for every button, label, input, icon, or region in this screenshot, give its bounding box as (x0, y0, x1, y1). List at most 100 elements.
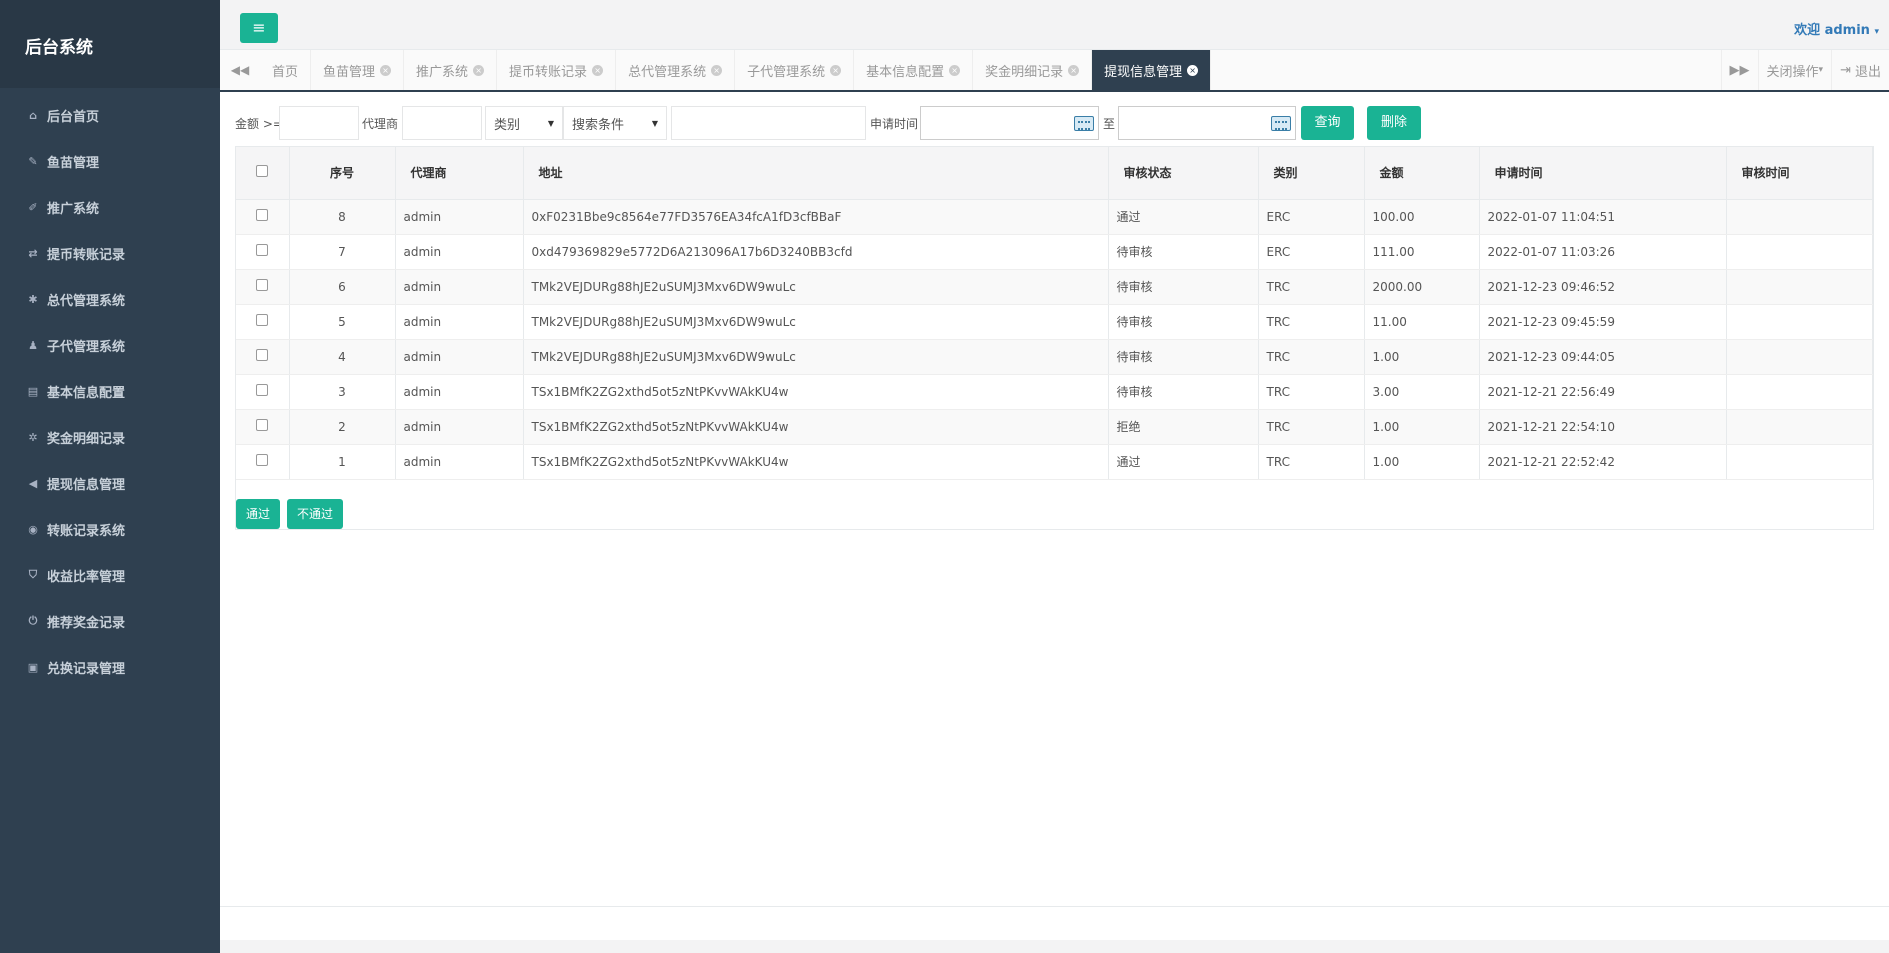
category-select[interactable]: 类别 ▼ (485, 106, 563, 140)
table-cell: 2021-12-23 09:45:59 (1479, 304, 1727, 340)
row-checkbox-cell[interactable] (236, 409, 290, 445)
search-condition-select[interactable]: 搜索条件 ▼ (563, 106, 667, 140)
table-row[interactable]: 2 admin TSx1BMfK2ZG2xthd5ot5zNtPKvvWAkKU4w… (236, 409, 1873, 445)
sidebar-item-label: 兑换记录管理 (47, 661, 126, 677)
sidebar-item-10[interactable]: ⛉ 收益比率管理 (0, 552, 220, 598)
sidebar-item-2[interactable]: ✐ 推广系统 (0, 184, 220, 230)
table-cell: 7 (289, 234, 396, 270)
start-date-input[interactable] (920, 106, 1099, 140)
sidebar-item-1[interactable]: ✎ 鱼苗管理 (0, 138, 220, 184)
tab-0[interactable]: 首页 (260, 50, 312, 90)
calendar-icon[interactable] (1271, 116, 1291, 131)
close-icon[interactable]: × (711, 64, 723, 76)
table-cell: TMk2VEJDURg88hJE2uSUMJ3Mxv6DW9wuLc (523, 269, 1109, 305)
sidebar-item-0[interactable]: ⌂ 后台首页 (0, 92, 220, 138)
tab-scroll-left-button[interactable]: ◀◀ (220, 50, 260, 90)
close-icon[interactable]: × (830, 64, 842, 76)
tab-label: 推广系统 (416, 64, 469, 80)
table-cell: TRC (1258, 269, 1365, 305)
tab-5[interactable]: 子代管理系统 × (735, 50, 855, 90)
sidebar-item-3[interactable]: ⇄ 提币转账记录 (0, 230, 220, 276)
category-select-value: 类别 (494, 117, 521, 133)
tab-7[interactable]: 奖金明细记录 × (973, 50, 1093, 90)
calendar-icon[interactable] (1074, 116, 1094, 131)
close-icon[interactable]: × (1187, 64, 1199, 76)
select-all-checkbox[interactable] (236, 147, 290, 200)
keyword-input[interactable] (671, 106, 866, 140)
close-icon[interactable]: × (949, 64, 961, 76)
row-checkbox-cell[interactable] (236, 444, 290, 480)
query-button[interactable]: 查询 (1301, 106, 1354, 140)
table-row[interactable]: 8 admin 0xF0231Bbe9c8564e77FD3576EA34fcA1f… (236, 199, 1873, 235)
tab-1[interactable]: 鱼苗管理 × (311, 50, 405, 90)
sidebar-item-11[interactable]: ⏻ 推荐奖金记录 (0, 598, 220, 644)
menu-toggle-button[interactable]: ≡ (240, 13, 278, 43)
end-date-input[interactable] (1118, 106, 1296, 140)
tab-4[interactable]: 总代管理系统 × (616, 50, 736, 90)
checkbox[interactable] (256, 165, 269, 178)
table-row[interactable]: 7 admin 0xd479369829e5772D6A213096A17b6D32… (236, 234, 1873, 270)
close-operations-dropdown[interactable]: 关闭操作 ▾ (1757, 50, 1832, 90)
sidebar-item-6[interactable]: ▤ 基本信息配置 (0, 368, 220, 414)
table-row[interactable]: 6 admin TMk2VEJDURg88hJE2uSUMJ3Mxv6DW9wuLc… (236, 269, 1873, 305)
row-checkbox-cell[interactable] (236, 339, 290, 375)
shuffle-icon: ⇄ (28, 246, 38, 260)
column-header: 代理商 (395, 147, 524, 200)
row-checkbox[interactable] (256, 314, 269, 326)
sidebar-item-12[interactable]: ▣ 兑换记录管理 (0, 644, 220, 690)
row-checkbox-cell[interactable] (236, 304, 290, 340)
table-cell: 1.00 (1364, 409, 1480, 445)
logout-button[interactable]: ⇥ 退出 (1831, 50, 1889, 90)
row-checkbox[interactable] (256, 279, 269, 291)
table-row[interactable]: 4 admin TMk2VEJDURg88hJE2uSUMJ3Mxv6DW9wuLc… (236, 339, 1873, 375)
column-header: 审核状态 (1108, 147, 1259, 200)
tab-6[interactable]: 基本信息配置 × (854, 50, 974, 90)
table-row[interactable]: 5 admin TMk2VEJDURg88hJE2uSUMJ3Mxv6DW9wuLc… (236, 304, 1873, 340)
tab-3[interactable]: 提币转账记录 × (497, 50, 617, 90)
row-checkbox[interactable] (256, 349, 269, 361)
tab-label: 基本信息配置 (866, 64, 945, 80)
sidebar-item-9[interactable]: ◉ 转账记录系统 (0, 506, 220, 552)
table-cell: TRC (1258, 444, 1365, 480)
row-checkbox-cell[interactable] (236, 269, 290, 305)
table-cell: 2021-12-23 09:46:52 (1479, 269, 1727, 305)
reject-button[interactable]: 不通过 (287, 499, 344, 529)
close-icon[interactable]: × (380, 64, 392, 76)
sidebar-item-8[interactable]: ◀ 提现信息管理 (0, 460, 220, 506)
agent-input[interactable] (402, 106, 482, 140)
approve-button[interactable]: 通过 (236, 499, 281, 529)
delete-button[interactable]: 删除 (1367, 106, 1421, 140)
caret-down-icon: ▾ (1874, 27, 1879, 37)
tab-scroll-right-button[interactable]: ▶▶ (1720, 50, 1758, 90)
row-checkbox-cell[interactable] (236, 199, 290, 235)
tab-list: 首页 鱼苗管理 × 推广系统 × 提币转账记录 × 总代管理系统 × 子代管理系统 × 基本信息配置 ×… (260, 50, 1212, 90)
table-cell: 6 (289, 269, 396, 305)
tab-label: 提现信息管理 (1104, 64, 1183, 80)
row-checkbox-cell[interactable] (236, 234, 290, 270)
row-checkbox-cell[interactable] (236, 374, 290, 410)
close-icon[interactable]: × (592, 64, 604, 76)
table-cell: TRC (1258, 339, 1365, 375)
amount-input[interactable] (279, 106, 359, 140)
users-icon: ♟ (28, 338, 38, 352)
close-icon[interactable]: × (1068, 64, 1080, 76)
row-checkbox[interactable] (256, 209, 269, 221)
row-checkbox[interactable] (256, 454, 269, 466)
table-cell: ERC (1258, 234, 1365, 270)
table-cell: 待审核 (1108, 269, 1259, 305)
sidebar-item-5[interactable]: ♟ 子代管理系统 (0, 322, 220, 368)
row-checkbox[interactable] (256, 419, 269, 431)
table-cell: admin (395, 409, 524, 445)
tab-8[interactable]: 提现信息管理 × (1092, 50, 1212, 90)
row-checkbox[interactable] (256, 384, 269, 396)
user-menu[interactable]: 欢迎 admin ▾ (1794, 19, 1879, 38)
table-row[interactable]: 3 admin TSx1BMfK2ZG2xthd5ot5zNtPKvvWAkKU4w… (236, 374, 1873, 410)
tab-2[interactable]: 推广系统 × (404, 50, 498, 90)
close-icon[interactable]: × (473, 64, 485, 76)
table-cell: TSx1BMfK2ZG2xthd5ot5zNtPKvvWAkKU4w (523, 409, 1109, 445)
sidebar-item-7[interactable]: ✲ 奖金明细记录 (0, 414, 220, 460)
sidebar-item-4[interactable]: ✱ 总代管理系统 (0, 276, 220, 322)
row-checkbox[interactable] (256, 244, 269, 256)
table-cell: 2 (289, 409, 396, 445)
table-row[interactable]: 1 admin TSx1BMfK2ZG2xthd5ot5zNtPKvvWAkKU4w… (236, 444, 1873, 480)
